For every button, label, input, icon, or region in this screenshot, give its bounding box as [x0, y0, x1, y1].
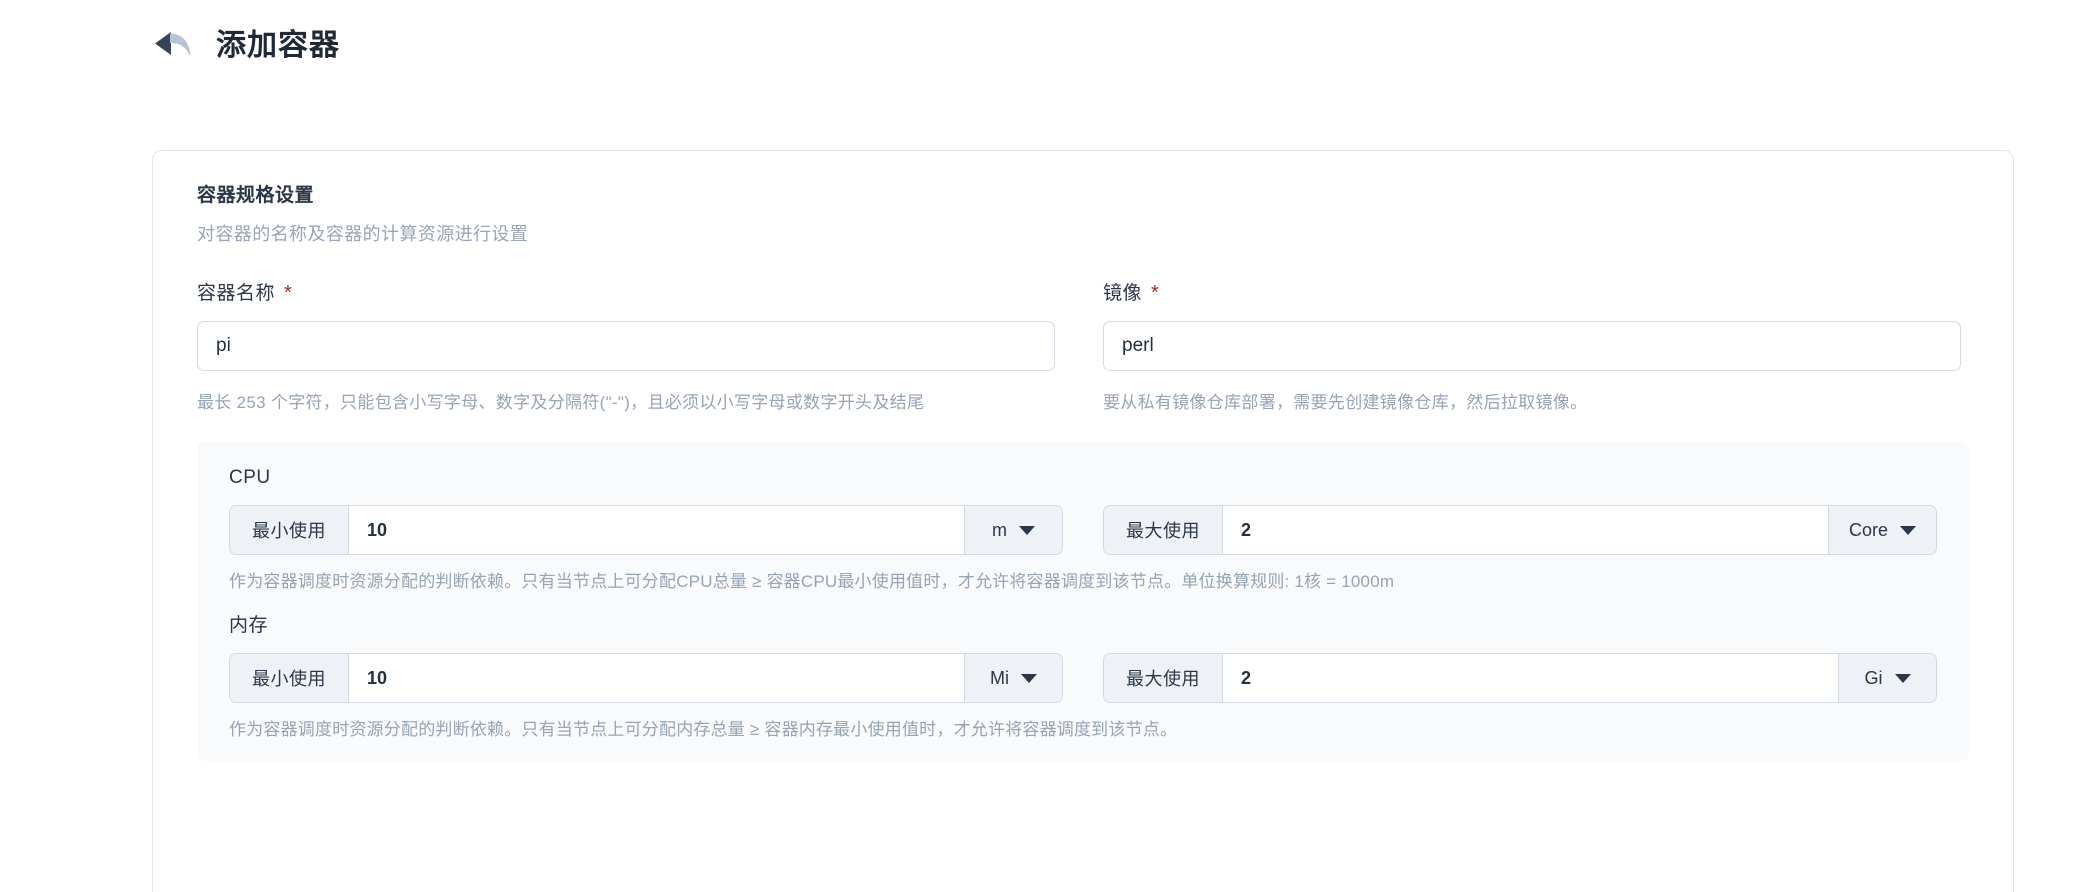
memory-min-unit-select[interactable]: Mi — [964, 654, 1062, 702]
memory-group-label: 内存 — [229, 615, 269, 636]
page-header: 添加容器 — [152, 22, 340, 70]
image-label: 镜像 * — [1103, 281, 1961, 307]
container-name-field-group: 容器名称 * 最长 253 个字符，只能包含小写字母、数字及分隔符("-")，且… — [197, 281, 1055, 419]
memory-max-input[interactable] — [1223, 654, 1838, 702]
cpu-min-addon-label: 最小使用 — [230, 506, 349, 554]
memory-max-unit-value: Gi — [1864, 667, 1883, 688]
memory-hint: 作为容器调度时资源分配的判断依赖。只有当节点上可分配内存总量 ≥ 容器内存最小使… — [229, 720, 1178, 739]
cpu-max-addon-label: 最大使用 — [1104, 506, 1223, 554]
cpu-min-unit-select[interactable]: m — [964, 506, 1062, 554]
chevron-down-icon — [1019, 525, 1035, 535]
back-reply-arrow-icon[interactable] — [152, 26, 196, 66]
container-name-label: 容器名称 * — [197, 281, 1055, 307]
container-spec-card: 容器规格设置 对容器的名称及容器的计算资源进行设置 容器名称 * 最长 253 … — [152, 150, 2014, 892]
image-input[interactable] — [1103, 321, 1961, 371]
cpu-min-input[interactable] — [349, 506, 964, 554]
required-asterisk: * — [284, 282, 293, 304]
image-field-group: 镜像 * 要从私有镜像仓库部署，需要先创建镜像仓库，然后拉取镜像。 — [1103, 281, 1961, 419]
chevron-down-icon — [1021, 673, 1037, 683]
cpu-max-unit-select[interactable]: Core — [1827, 506, 1936, 554]
resource-settings-panel: CPU 最小使用 m 最大使用 Core — [197, 441, 1969, 761]
chevron-down-icon — [1900, 525, 1916, 535]
image-label-text: 镜像 — [1103, 283, 1143, 304]
memory-inputs-row: 最小使用 Mi 最大使用 Gi — [229, 653, 1937, 703]
image-hint: 要从私有镜像仓库部署，需要先创建镜像仓库，然后拉取镜像。 — [1103, 393, 1588, 412]
memory-min-unit-value: Mi — [990, 667, 1009, 688]
container-name-label-text: 容器名称 — [197, 283, 276, 304]
memory-min-addon-label: 最小使用 — [230, 654, 349, 702]
page-title: 添加容器 — [216, 29, 340, 62]
cpu-inputs-row: 最小使用 m 最大使用 Core — [229, 505, 1937, 555]
memory-max-input-group: 最大使用 Gi — [1103, 653, 1937, 703]
basic-fields-row: 容器名称 * 最长 253 个字符，只能包含小写字母、数字及分隔符("-")，且… — [197, 281, 1969, 419]
memory-min-input-group: 最小使用 Mi — [229, 653, 1063, 703]
add-container-page: 添加容器 容器规格设置 对容器的名称及容器的计算资源进行设置 容器名称 * 最长… — [0, 0, 2096, 892]
cpu-max-unit-value: Core — [1848, 519, 1888, 540]
section-subtitle: 对容器的名称及容器的计算资源进行设置 — [197, 224, 529, 244]
cpu-min-input-group: 最小使用 m — [229, 505, 1063, 555]
required-asterisk: * — [1151, 282, 1160, 304]
cpu-hint: 作为容器调度时资源分配的判断依赖。只有当节点上可分配CPU总量 ≥ 容器CPU最… — [229, 572, 1395, 591]
container-name-input[interactable] — [197, 321, 1055, 371]
memory-min-input[interactable] — [349, 654, 964, 702]
cpu-group-label: CPU — [229, 467, 271, 488]
cpu-max-input-group: 最大使用 Core — [1103, 505, 1937, 555]
container-name-hint: 最长 253 个字符，只能包含小写字母、数字及分隔符("-")，且必须以小写字母… — [197, 393, 925, 412]
cpu-min-unit-value: m — [992, 519, 1007, 540]
chevron-down-icon — [1894, 673, 1911, 683]
memory-max-addon-label: 最大使用 — [1104, 654, 1223, 702]
section-title: 容器规格设置 — [197, 185, 315, 206]
memory-max-unit-select[interactable]: Gi — [1838, 654, 1936, 702]
cpu-max-input[interactable] — [1223, 506, 1828, 554]
